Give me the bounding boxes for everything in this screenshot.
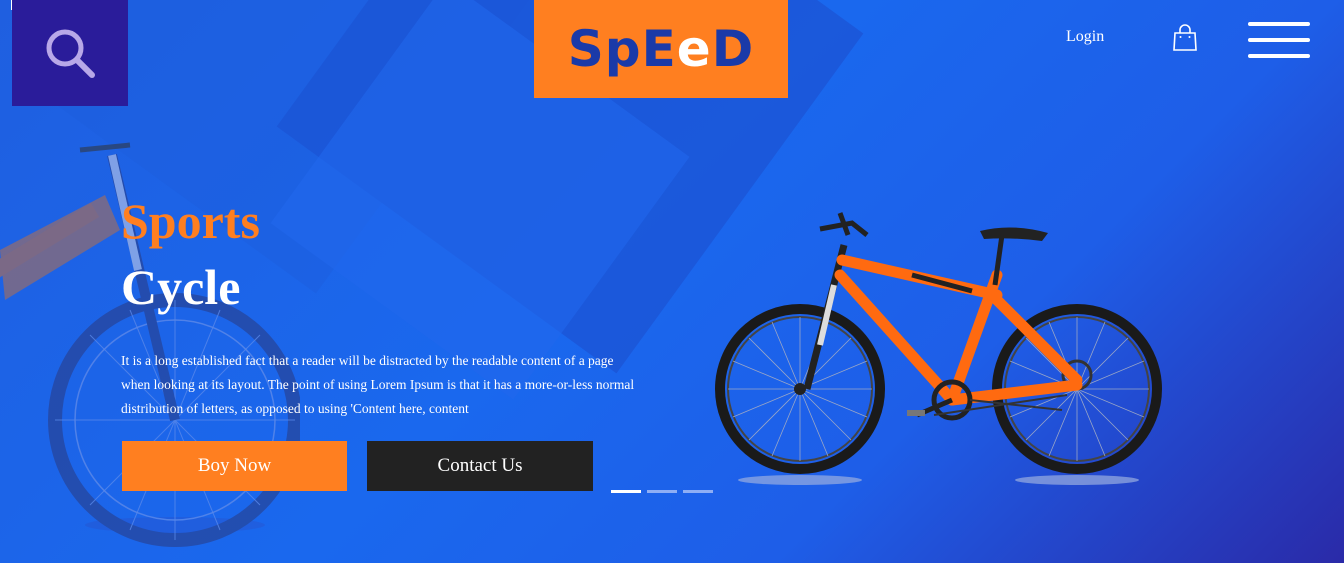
slider-dot-1[interactable]: [611, 490, 641, 493]
contact-us-button[interactable]: Contact Us: [367, 441, 593, 491]
logo-text: SpEeD: [568, 20, 754, 78]
menu-line: [1248, 38, 1310, 42]
hero-title-line2: Cycle: [121, 259, 241, 315]
login-link[interactable]: Login: [1066, 28, 1104, 46]
front-wheel: [715, 304, 885, 474]
orange-bicycle-image: [715, 212, 1162, 485]
menu-line: [1248, 22, 1310, 26]
hero-title-line1: Sports: [121, 193, 260, 249]
hero-description: It is a long established fact that a rea…: [121, 353, 635, 416]
slider-dot-2[interactable]: [647, 490, 677, 493]
logo[interactable]: SpEeD: [534, 0, 788, 98]
logo-part: D: [711, 20, 755, 78]
shopping-bag-icon: [1173, 24, 1197, 51]
logo-part: e: [676, 20, 712, 78]
search-button[interactable]: [12, 0, 128, 106]
hamburger-menu-icon[interactable]: [1248, 22, 1310, 70]
menu-line: [1248, 54, 1310, 58]
logo-part: Sp: [567, 20, 642, 78]
cart-button[interactable]: [1172, 24, 1198, 57]
logo-part: E: [641, 20, 677, 78]
buy-now-button[interactable]: Boy Now: [122, 441, 347, 491]
slider-indicators: [611, 490, 713, 493]
slider-dot-3[interactable]: [683, 490, 713, 493]
search-icon: [46, 29, 95, 78]
